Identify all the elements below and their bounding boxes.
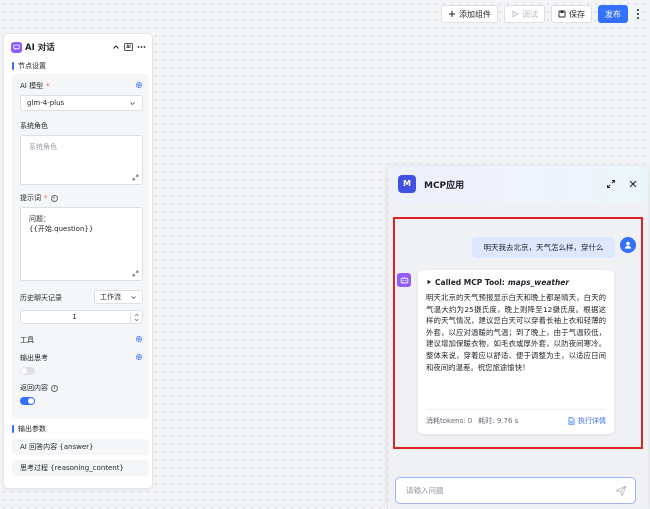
execution-detail-link[interactable]: 执行详情 (568, 416, 606, 426)
bot-avatar (397, 273, 411, 287)
save-button[interactable]: 保存 (551, 5, 592, 23)
prompt-textarea[interactable]: 问题： {{开始.question}} (20, 207, 143, 281)
chat-header: M MCP应用 (388, 166, 648, 202)
publish-label: 发布 (605, 9, 621, 19)
return-label: 返回内容 i (20, 383, 58, 393)
node-header: AI 对话 AI (11, 40, 146, 54)
model-badge-icon[interactable]: AI (124, 43, 133, 51)
prompt-value: 问题： {{开始.question}} (29, 215, 94, 233)
add-component-button[interactable]: 添加组件 (441, 5, 498, 23)
ellipsis-icon[interactable] (137, 43, 146, 51)
return-toggle[interactable] (20, 397, 35, 405)
section-node-settings: 节点设置 (12, 61, 46, 71)
model-label: AI 模型 * (20, 82, 50, 90)
elapsed-time: 耗时: 9.76 s (478, 417, 519, 425)
model-settings-gear-icon[interactable] (135, 81, 143, 89)
document-icon (568, 417, 575, 425)
user-message: 明天我去北京，天气怎么样，穿什么 (472, 237, 615, 258)
reasoning-toggle[interactable] (20, 367, 35, 375)
ai-chat-node-panel: AI 对话 AI 节点设置 AI 模型 * glm-4-plus 系统角色 系统角… (3, 33, 153, 489)
chat-title: MCP应用 (424, 180, 465, 191)
system-role-placeholder: 系统角色 (29, 143, 57, 151)
tool-prefix: Called MCP Tool: (435, 277, 505, 287)
tool-name: maps_weather (507, 277, 570, 287)
send-icon[interactable] (615, 485, 627, 497)
fullscreen-icon[interactable] (606, 179, 616, 189)
chevron-down-icon (131, 295, 136, 299)
settings-box: AI 模型 * glm-4-plus 系统角色 系统角色 提示词 * i 问题： {… (12, 74, 149, 419)
history-mode-select[interactable]: 工作流 (94, 290, 143, 304)
section-output-params: 输出参数 (12, 424, 46, 434)
chevron-down-icon (130, 101, 135, 105)
add-component-label: 添加组件 (459, 9, 491, 19)
tool-call-summary[interactable]: Called MCP Tool: maps_weather (426, 276, 606, 288)
question-input[interactable] (406, 486, 615, 495)
top-toolbar: 添加组件 调试 保存 发布 (441, 4, 642, 24)
prompt-info-icon[interactable]: i (50, 194, 58, 202)
collapse-icon[interactable] (112, 43, 120, 51)
robot-icon (400, 276, 408, 283)
node-title: AI 对话 (25, 43, 55, 53)
caret-right-icon (427, 279, 431, 285)
close-icon[interactable] (628, 179, 638, 189)
history-count-value: 1 (72, 313, 77, 321)
play-icon (512, 10, 519, 18)
system-role-label: 系统角色 (20, 122, 48, 130)
more-menu-icon[interactable] (634, 8, 642, 20)
history-mode-value: 工作流 (100, 293, 121, 301)
debug-button[interactable]: 调试 (504, 5, 545, 23)
return-info-icon[interactable]: i (51, 384, 58, 392)
tokens-used: 消耗tokens: 0 (426, 417, 473, 425)
save-icon (558, 10, 566, 18)
save-label: 保存 (569, 9, 585, 19)
prompt-label: 提示词 * i (20, 193, 58, 203)
publish-button[interactable]: 发布 (598, 5, 628, 23)
output-reasoning: 思考过程 {reasoning_content} (12, 460, 149, 476)
reasoning-settings-gear-icon[interactable] (135, 353, 143, 361)
chat-input-box (395, 477, 636, 504)
debug-label: 调试 (522, 9, 538, 19)
chat-node-icon (11, 41, 22, 53)
reasoning-label: 输出思考 (20, 354, 48, 362)
system-role-textarea[interactable]: 系统角色 (20, 135, 143, 185)
history-label: 历史聊天记录 (20, 294, 62, 302)
history-count-stepper[interactable]: 1 (20, 310, 143, 324)
output-answer: AI 回答内容 {answer} (12, 439, 149, 455)
bot-message-card: Called MCP Tool: maps_weather 明天北京的天气预报显… (418, 270, 614, 434)
chevron-up-icon[interactable] (134, 313, 139, 317)
chevron-down-icon[interactable] (134, 318, 139, 322)
app-logo: M (398, 175, 416, 193)
expand-icon[interactable] (132, 270, 139, 277)
bot-answer: 明天北京的天气预报显示白天和晚上都是晴天，白天的气温大约为25摄氏度，晚上则降至… (426, 293, 606, 372)
tools-settings-gear-icon[interactable] (135, 335, 143, 343)
model-select-value: glm-4-plus (27, 99, 65, 107)
user-avatar (620, 237, 636, 253)
expand-icon[interactable] (132, 174, 139, 181)
plus-icon (449, 11, 455, 17)
user-icon (624, 241, 632, 249)
chat-window: M MCP应用 明天我去北京，天气怎么样，穿什么 Called MCP Tool… (388, 166, 648, 509)
message-footer: 消耗tokens: 0 耗时: 9.76 s 执行详情 (426, 409, 606, 426)
tools-label: 工具 (20, 336, 34, 344)
model-select[interactable]: glm-4-plus (20, 95, 143, 111)
